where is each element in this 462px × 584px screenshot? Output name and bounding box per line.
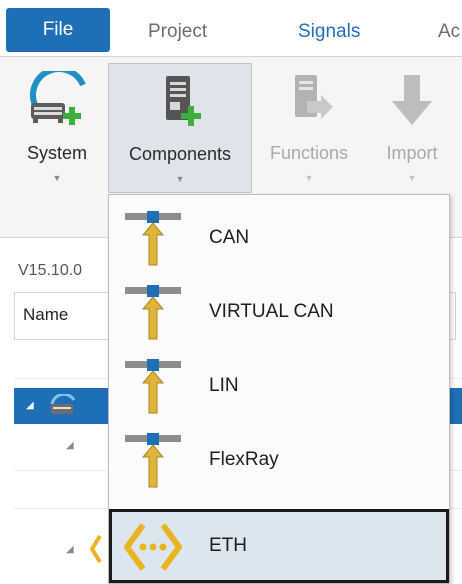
import-button[interactable]: Import ▼ — [370, 63, 454, 191]
menu-item-label: FlexRay — [209, 449, 279, 470]
system-icon — [50, 394, 76, 414]
ethernet-icon — [124, 523, 182, 571]
functions-label: Functions — [269, 143, 349, 163]
chevron-down-icon: ▼ — [304, 173, 314, 183]
components-icon — [166, 76, 201, 126]
can-bus-icon — [125, 285, 181, 340]
system-icon — [30, 71, 86, 125]
menu-item-label: LIN — [209, 375, 239, 396]
chevron-down-icon: ▼ — [52, 173, 62, 183]
chevron-down-icon: ▼ — [407, 173, 417, 183]
chevron-down-icon: ▼ — [175, 174, 185, 184]
import-label: Import — [386, 143, 438, 163]
tab-project[interactable]: Project — [148, 14, 207, 50]
tab-signals[interactable]: Signals — [298, 14, 360, 50]
version-label: V15.10.0 — [18, 262, 83, 279]
expand-arrow-icon[interactable]: ◢ — [26, 400, 34, 411]
name-column-label: Name — [23, 305, 69, 324]
flexray-bus-icon — [125, 433, 181, 488]
tab-truncated[interactable]: Ac — [438, 14, 460, 50]
system-label: System — [26, 143, 87, 163]
can-bus-icon — [125, 211, 181, 266]
tab-file[interactable]: File — [6, 8, 110, 52]
menu-item-label: ETH — [209, 535, 247, 556]
lin-bus-icon — [125, 359, 181, 414]
components-button[interactable]: Components ▼ — [108, 63, 252, 193]
components-dropdown-menu: CAN VIRTUAL CAN LIN FlexRay ETH — [108, 194, 450, 584]
expand-arrow-icon[interactable]: ◢ — [66, 544, 74, 555]
system-button[interactable]: System ▼ — [14, 63, 100, 191]
menu-item-can[interactable]: CAN — [109, 201, 449, 275]
menu-item-virtual-can[interactable]: VIRTUAL CAN — [109, 275, 449, 349]
menu-item-label: CAN — [209, 227, 250, 248]
menu-item-label: VIRTUAL CAN — [209, 301, 334, 322]
menu-item-flexray[interactable]: FlexRay — [109, 423, 449, 497]
expand-arrow-icon[interactable]: ◢ — [66, 440, 74, 451]
functions-button[interactable]: Functions ▼ — [258, 63, 360, 191]
ribbon-tab-bar: File Project Signals Ac — [0, 0, 462, 56]
eth-icon — [90, 534, 102, 564]
components-label: Components — [128, 144, 232, 164]
menu-item-lin[interactable]: LIN — [109, 349, 449, 423]
menu-item-eth[interactable]: ETH — [109, 509, 449, 583]
functions-icon — [295, 75, 333, 119]
import-icon — [392, 75, 432, 125]
